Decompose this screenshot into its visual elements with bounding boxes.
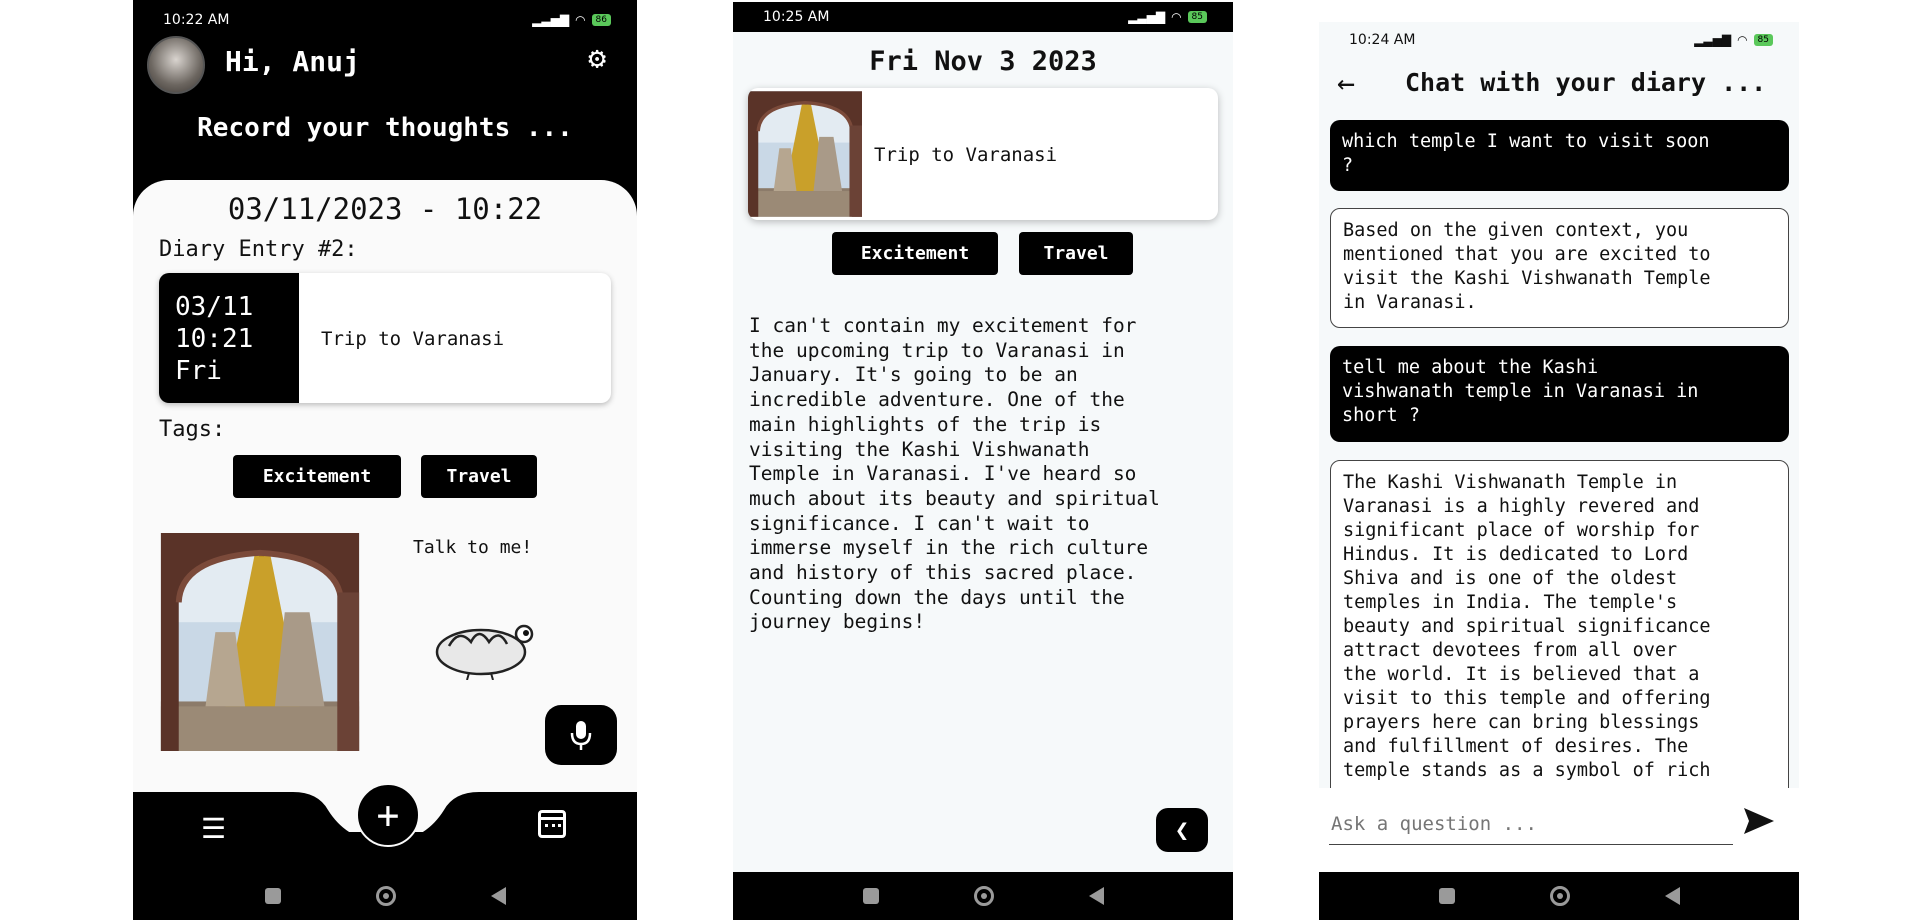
status-icons: ▂▃▅▇ ◠ 85	[1694, 33, 1773, 47]
back-icon[interactable]	[490, 887, 506, 905]
user-message: which temple I want to visit soon ?	[1330, 120, 1789, 191]
home-icon[interactable]	[1549, 886, 1570, 906]
mascot-bird-icon[interactable]	[429, 618, 539, 681]
send-icon[interactable]	[1742, 806, 1776, 840]
home-icon[interactable]	[973, 886, 994, 906]
signal-icon: ▂▃▅▇	[1694, 33, 1732, 47]
current-datetime: 03/11/2023 - 10:22	[227, 192, 543, 226]
status-bar: 10:25 AM ▂▃▅▇ ◠ 85	[733, 2, 1233, 32]
status-time: 10:24 AM	[1349, 32, 1416, 48]
battery-icon: 86	[591, 14, 611, 26]
mic-button[interactable]	[545, 705, 617, 765]
system-nav-bar	[733, 872, 1233, 920]
diary-entry-label: Diary Entry #2:	[159, 237, 358, 262]
entry-date-title: Fri Nov 3 2023	[869, 46, 1097, 77]
mic-icon	[570, 721, 592, 750]
entry-photo[interactable]	[159, 533, 361, 751]
greeting: Hi, Anuj	[225, 45, 360, 78]
talk-to-me-label: Talk to me!	[413, 537, 533, 558]
chat-messages[interactable]: which temple I want to visit soon ? Base…	[1319, 118, 1799, 788]
question-input[interactable]	[1329, 804, 1733, 845]
tags-label: Tags:	[159, 417, 226, 442]
entry-date: 03/11	[175, 292, 254, 322]
wifi-icon: ◠	[575, 13, 586, 27]
entry-time: 10:21	[175, 324, 254, 354]
tag-travel[interactable]: Travel	[421, 455, 537, 498]
entry-detail-screen: 10:25 AM ▂▃▅▇ ◠ 85 Fri Nov 3 2023 Trip t…	[733, 2, 1233, 920]
status-icons: ▂▃▅▇ ◠ 86	[532, 13, 611, 27]
system-nav-bar	[1319, 872, 1799, 920]
battery-icon: 85	[1187, 11, 1207, 23]
entry-body-text: I can't contain my excitement for the up…	[749, 314, 1160, 634]
home-icon[interactable]	[375, 886, 396, 906]
settings-gear-icon[interactable]: ⚙	[588, 44, 606, 74]
entry-date-block: 03/11 10:21 Fri	[159, 273, 299, 403]
add-entry-button[interactable]: +	[356, 783, 420, 847]
bot-message: Based on the given context, you mentione…	[1330, 208, 1789, 328]
chat-screen: 10:24 AM ▂▃▅▇ ◠ 85 ← Chat with your diar…	[1319, 22, 1799, 920]
chevron-left-icon: ❮	[1174, 816, 1190, 844]
tag-excitement[interactable]: Excitement	[832, 232, 998, 275]
plus-icon: +	[376, 793, 400, 837]
status-bar: 10:24 AM ▂▃▅▇ ◠ 85	[1319, 28, 1799, 52]
entry-day: Fri	[175, 356, 222, 386]
back-icon[interactable]	[1664, 887, 1680, 905]
entry-title: Trip to Varanasi	[874, 144, 1058, 166]
recents-icon[interactable]	[862, 888, 879, 904]
back-icon[interactable]	[1088, 887, 1104, 905]
tag-excitement[interactable]: Excitement	[233, 455, 401, 498]
signal-icon: ▂▃▅▇	[1128, 10, 1166, 24]
home-screen: 10:22 AM ▂▃▅▇ ◠ 86 Hi, Anuj ⚙ Record you…	[133, 0, 637, 920]
entry-header-card: Trip to Varanasi	[748, 88, 1218, 220]
arrow-left-icon[interactable]: ←	[1337, 66, 1355, 101]
record-banner[interactable]: Record your thoughts ...	[133, 113, 637, 143]
tag-travel[interactable]: Travel	[1019, 232, 1133, 275]
back-button[interactable]: ❮	[1156, 808, 1208, 852]
chat-title: Chat with your diary ...	[1405, 68, 1767, 97]
user-message: tell me about the Kashi vishwanath templ…	[1330, 346, 1789, 442]
list-icon[interactable]: ☰	[201, 812, 226, 845]
signal-icon: ▂▃▅▇	[532, 13, 570, 27]
avatar[interactable]	[147, 36, 205, 94]
wifi-icon: ◠	[1171, 10, 1182, 24]
system-nav-bar	[133, 872, 637, 920]
diary-entry-card[interactable]: 03/11 10:21 Fri Trip to Varanasi	[159, 273, 611, 403]
calendar-icon[interactable]	[538, 810, 566, 838]
status-time: 10:22 AM	[163, 12, 230, 28]
recents-icon[interactable]	[264, 888, 281, 904]
status-time: 10:25 AM	[763, 9, 830, 25]
wifi-icon: ◠	[1737, 33, 1748, 47]
status-icons: ▂▃▅▇ ◠ 85	[1128, 10, 1207, 24]
recents-icon[interactable]	[1438, 888, 1455, 904]
question-input-bar	[1319, 788, 1799, 872]
status-bar: 10:22 AM ▂▃▅▇ ◠ 86	[133, 8, 637, 32]
entry-title: Trip to Varanasi	[321, 328, 505, 350]
entry-photo[interactable]	[748, 88, 862, 220]
bot-message: The Kashi Vishwanath Temple in Varanasi …	[1330, 460, 1789, 788]
battery-icon: 85	[1753, 34, 1773, 46]
